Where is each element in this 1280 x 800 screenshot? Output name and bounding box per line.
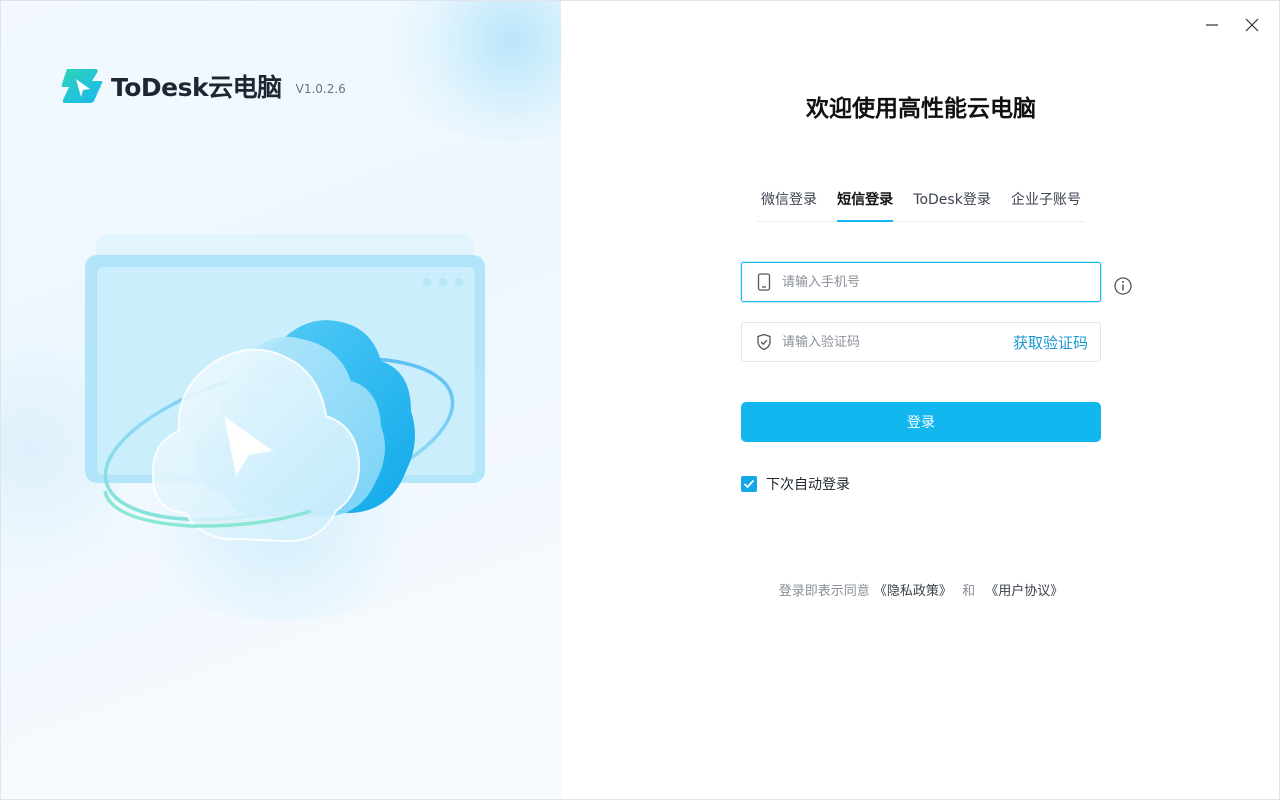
login-button[interactable]: 登录 xyxy=(741,402,1101,442)
phone-input[interactable] xyxy=(782,274,1100,290)
brand: ToDesk云电脑 V1.0.2.6 xyxy=(61,67,346,105)
privacy-policy-link[interactable]: 《隐私政策》 xyxy=(874,584,952,599)
auto-login-label: 下次自动登录 xyxy=(766,477,850,493)
tab-todesk-login[interactable]: ToDesk登录 xyxy=(913,181,991,221)
verification-code-field: 获取验证码 xyxy=(741,322,1101,362)
phone-field xyxy=(741,262,1101,302)
agreement-prefix: 登录即表示同意 xyxy=(778,584,870,599)
phone-icon xyxy=(754,272,774,292)
checkbox-checked-icon xyxy=(741,476,757,492)
minimize-button[interactable] xyxy=(1195,11,1229,39)
auto-login-checkbox[interactable]: 下次自动登录 xyxy=(741,474,850,494)
shield-icon xyxy=(754,332,774,352)
close-button[interactable] xyxy=(1235,11,1269,39)
app-window: ToDesk云电脑 V1.0.2.6 欢迎使用高性能云电脑 微信登录 短信登录 … xyxy=(0,0,1280,800)
brand-name: ToDesk云电脑 xyxy=(111,73,282,102)
agreement-text: 登录即表示同意 《隐私政策》 和 《用户协议》 xyxy=(741,580,1101,599)
app-version: V1.0.2.6 xyxy=(295,82,346,96)
tab-wechat-login[interactable]: 微信登录 xyxy=(761,181,817,221)
login-title: 欢迎使用高性能云电脑 xyxy=(806,96,1036,122)
close-icon xyxy=(1245,18,1259,32)
tab-sms-login[interactable]: 短信登录 xyxy=(837,181,894,222)
user-agreement-link[interactable]: 《用户协议》 xyxy=(985,584,1063,599)
cloud-computer-illustration xyxy=(85,234,485,543)
get-code-button[interactable]: 获取验证码 xyxy=(1013,332,1088,353)
promo-panel: ToDesk云电脑 V1.0.2.6 xyxy=(1,1,561,799)
window-controls xyxy=(1189,11,1269,39)
tab-enterprise-subaccount[interactable]: 企业子账号 xyxy=(1011,181,1081,221)
minimize-icon xyxy=(1206,24,1218,26)
agreement-and: 和 xyxy=(962,584,976,599)
todesk-logo-icon xyxy=(61,69,103,103)
info-icon[interactable] xyxy=(1113,276,1133,296)
verification-code-input[interactable] xyxy=(782,334,1013,350)
login-method-tabs: 微信登录 短信登录 ToDesk登录 企业子账号 xyxy=(757,181,1085,222)
